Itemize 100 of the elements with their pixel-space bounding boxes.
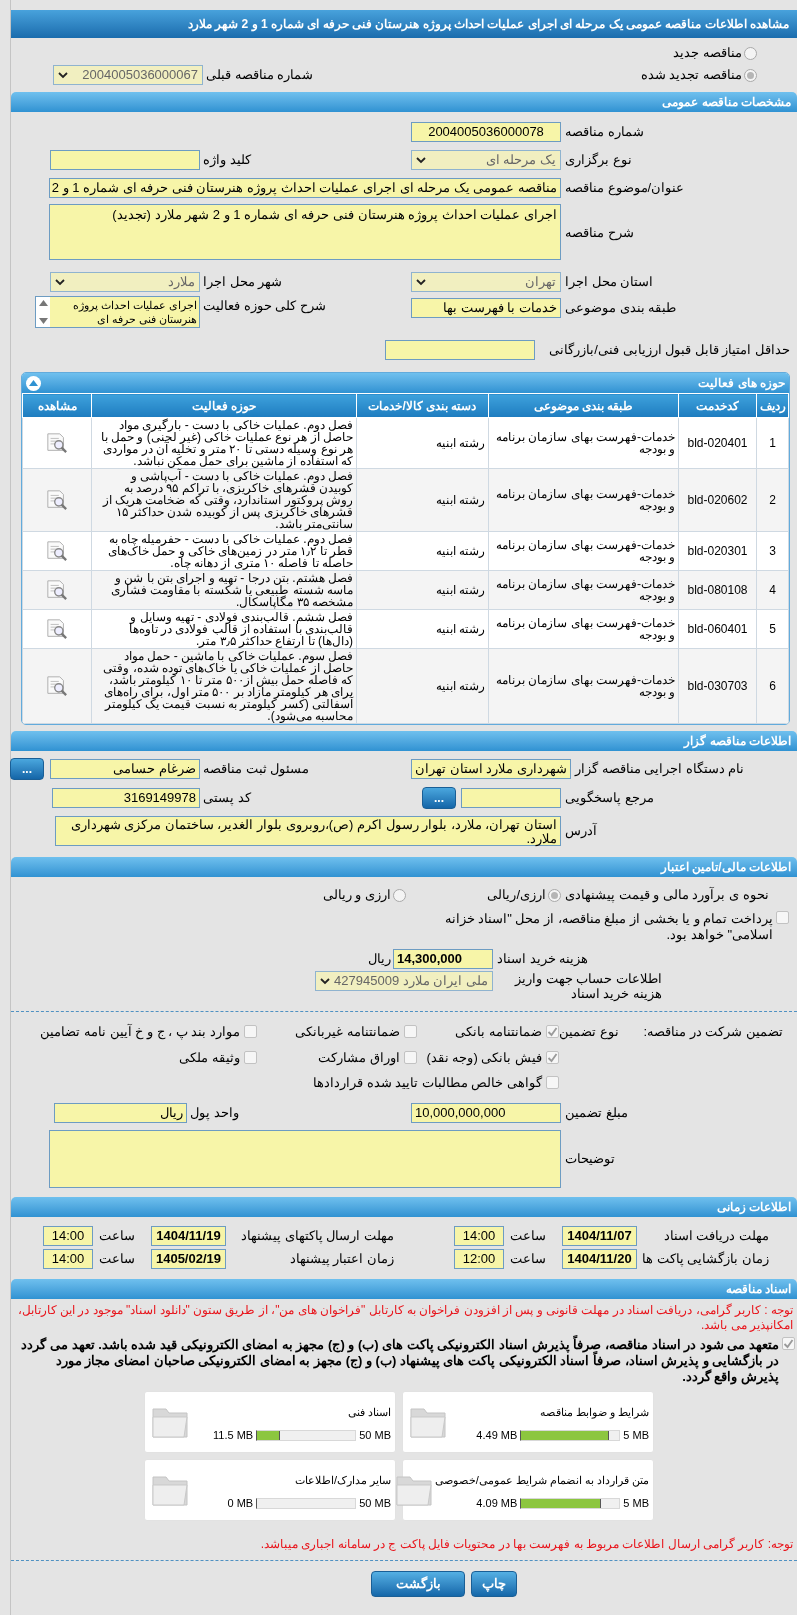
input-field[interactable]: اجرای عملیات احداث پروژه هنرستان فنی حرفه ای شماره 1 و 2 شهر ملارد (تجدید): [49, 204, 561, 260]
file-name: متن قرارداد به انضمام شرایط عمومی/خصوصی: [434, 1472, 649, 1488]
checkbox-label: پرداخت تمام و یا بخشی از مبلغ مناقصه، از محل "اسناد خزانه اسلامی" خواهد بود.: [443, 911, 773, 943]
radio-button[interactable]: [744, 68, 757, 82]
column-header: دسته بندی کالا/خدمات: [356, 393, 489, 418]
select-field[interactable]: یک مرحله ای: [411, 150, 561, 170]
scroll-down-icon: [38, 318, 48, 324]
table-cell: فصل هشتم. بتن درجا - تهیه و اجرای بتن با شن و ماسه شسته طبیعی یا شکسته با مقاومت فشاری مشخصه ۳۵ مگاپاسکال.: [91, 570, 357, 610]
checkbox[interactable]: [244, 1025, 257, 1039]
field-label: مهلت ارسال پاکتهای پیشنهاد: [241, 1227, 394, 1246]
unit-label: ریال: [368, 950, 392, 969]
radio-button[interactable]: [393, 888, 406, 902]
input-field[interactable]: ضرغام حسامی: [50, 759, 200, 779]
input-field[interactable]: 10,000,000,000: [411, 1102, 561, 1123]
input-field[interactable]: 14:00: [454, 1226, 504, 1246]
check-icon: [783, 1337, 794, 1349]
column-header: حوزه فعالیت: [91, 393, 357, 418]
checkbox-label: اوراق مشارکت: [318, 1048, 400, 1067]
checkbox[interactable]: [404, 1025, 417, 1039]
input-field[interactable]: خدمات با فهرست بها: [411, 298, 561, 318]
table-cell: bld-030703: [678, 648, 757, 724]
view-button[interactable]: [45, 579, 69, 601]
view-button[interactable]: [45, 675, 69, 697]
radio-button[interactable]: [548, 888, 561, 902]
input-field[interactable]: [461, 788, 561, 808]
checkbox-label: گواهی خالص مطالبات تایید شده قراردادها: [312, 1074, 542, 1093]
input-field[interactable]: 14:00: [43, 1249, 93, 1269]
field-label: واحد پول: [190, 1103, 239, 1123]
column-header: مشاهده: [22, 393, 92, 418]
collapse-button[interactable]: [26, 375, 41, 391]
view-button[interactable]: [45, 540, 69, 562]
select-field[interactable]: ملارد: [50, 272, 200, 292]
input-field[interactable]: 1404/11/07: [562, 1226, 637, 1246]
input-field[interactable]: 1404/11/20: [562, 1249, 637, 1269]
field-label: نوع تضمین: [559, 1023, 619, 1042]
input-field[interactable]: [50, 150, 200, 170]
view-button[interactable]: [45, 432, 69, 454]
input-field[interactable]: 1405/02/19: [151, 1249, 226, 1269]
checkbox[interactable]: [782, 1336, 795, 1350]
view-button[interactable]: [45, 489, 69, 511]
column-header: کدخدمت: [678, 393, 757, 418]
field-label: مرجع پاسخگویی: [565, 789, 654, 808]
select-field[interactable]: تهران: [411, 272, 561, 292]
radio-button[interactable]: [744, 46, 757, 60]
field-label: توضیحات: [565, 1149, 615, 1169]
table-cell: خدمات-فهرست بهای سازمان برنامه و بودجه: [488, 468, 679, 532]
input-field[interactable]: مناقصه عمومی یک مرحله ای اجرای عملیات احداث پروژه هنرستان فنی حرفه ای شماره 1 و 2: [49, 178, 561, 198]
field-label: هزینه خرید اسناد: [497, 950, 589, 969]
input-field[interactable]: ریال: [54, 1102, 187, 1123]
field-label: استان محل اجرا: [565, 273, 654, 292]
action-button[interactable]: چاپ: [471, 1570, 517, 1597]
document-magnifier-icon: [45, 675, 69, 697]
checkbox[interactable]: [546, 1025, 559, 1039]
check-icon: [547, 1026, 558, 1038]
notice-text: توجه : کاربر گرامی، دریافت اسناد در مهلت قانونی و پس از افزودن فراخوان به کارتابل "فراخوان های من"، از طریق ستون "دانلود اسناد" موجود در این کارتابل، امکانپذیر می باشد.: [16, 1302, 794, 1333]
field-label: آدرس: [565, 822, 597, 841]
input-field[interactable]: 3169149978: [52, 788, 200, 808]
checkbox[interactable]: [546, 1050, 559, 1064]
notice-text: توجه: کاربر گرامی ارسال اطلاعات مربوط به فهرست بها در محتویات فایل پاکت ج در سامانه اجباری میباشد.: [259, 1536, 794, 1552]
chevron-down-icon: [416, 278, 426, 286]
table-cell: 6: [756, 648, 789, 724]
input-field[interactable]: 1404/11/19: [151, 1226, 226, 1246]
table-cell: فصل دوم. عملیات خاکی با دست - حفرمیله چاه به قطر تا ۱٫۲ متر در زمین‌های خاکی و حمل خاک‌های حاصله تا فاصله ۱۰ متری از دهانه چاه.: [91, 531, 357, 571]
list-box[interactable]: اجرای عملیات احداث پروژه هنرستان فنی حرفه ای: [35, 296, 200, 328]
input-field[interactable]: 14,300,000: [393, 949, 493, 969]
table-cell: 5: [756, 609, 789, 649]
action-button[interactable]: بازگشت: [371, 1570, 465, 1597]
file-limit: 50 MB: [359, 1496, 391, 1511]
input-field[interactable]: [385, 340, 535, 360]
field-label: شماره مناقصه: [565, 123, 644, 142]
list-item[interactable]: اجرای عملیات احداث پروژه هنرستان فنی حرفه ای: [50, 297, 199, 327]
checkbox[interactable]: [546, 1076, 559, 1090]
field-label: ساعت: [510, 1227, 546, 1246]
input-field[interactable]: 14:00: [43, 1226, 93, 1246]
table-cell: رشته ابنیه: [356, 468, 489, 532]
input-field[interactable]: شهرداری ملارد استان تهران: [411, 759, 571, 779]
table-cell: bld-020401: [678, 417, 757, 469]
field-label: عنوان/موضوع مناقصه: [565, 179, 685, 198]
table-cell: فصل ششم. قالب‌بندی فولادی - تهیه وسایل و قالب‌بندی با استفاده از قالب فولادی در تاوه‌ها (دال‌ها) تا ارتفاع حداکثر ۳٫۵ متر.: [91, 609, 357, 649]
file-limit: 5 MB: [623, 1428, 649, 1443]
checkbox[interactable]: [776, 911, 789, 924]
chevron-down-icon: [58, 71, 68, 79]
table-cell: رشته ابنیه: [356, 531, 489, 571]
checkbox-label: ضمانتنامه بانکی: [455, 1023, 542, 1041]
select-field[interactable]: ملی ایران ملارد 427945009: [315, 971, 493, 991]
checkbox[interactable]: [244, 1050, 257, 1064]
checkbox[interactable]: [404, 1050, 417, 1064]
more-button[interactable]: ...: [10, 758, 44, 780]
select-field[interactable]: 2004005036000067: [53, 65, 203, 85]
view-button[interactable]: [45, 618, 69, 640]
more-button[interactable]: ...: [422, 787, 456, 809]
checkbox-label: ضمانتنامه غیربانکی: [295, 1023, 400, 1041]
input-field[interactable]: 12:00: [454, 1249, 504, 1269]
input-field[interactable]: 2004005036000078: [411, 122, 561, 142]
file-name: سایر مدارک/اطلاعات: [293, 1472, 391, 1488]
field-label: شرح مناقصه: [565, 224, 634, 243]
input-field[interactable]: [49, 1129, 561, 1188]
input-field[interactable]: استان تهران، ملارد، بلوار رسول اکرم (ص)،روبروی بلوار الغدیر، ساختمان مرکزی شهرداری ملارد.: [55, 816, 561, 846]
field-label: اطلاعات حساب جهت واریز هزینه خرید اسناد: [513, 971, 662, 1001]
field-label: نحوه ی برآورد مالی و قیمت پیشنهادی: [565, 886, 769, 905]
